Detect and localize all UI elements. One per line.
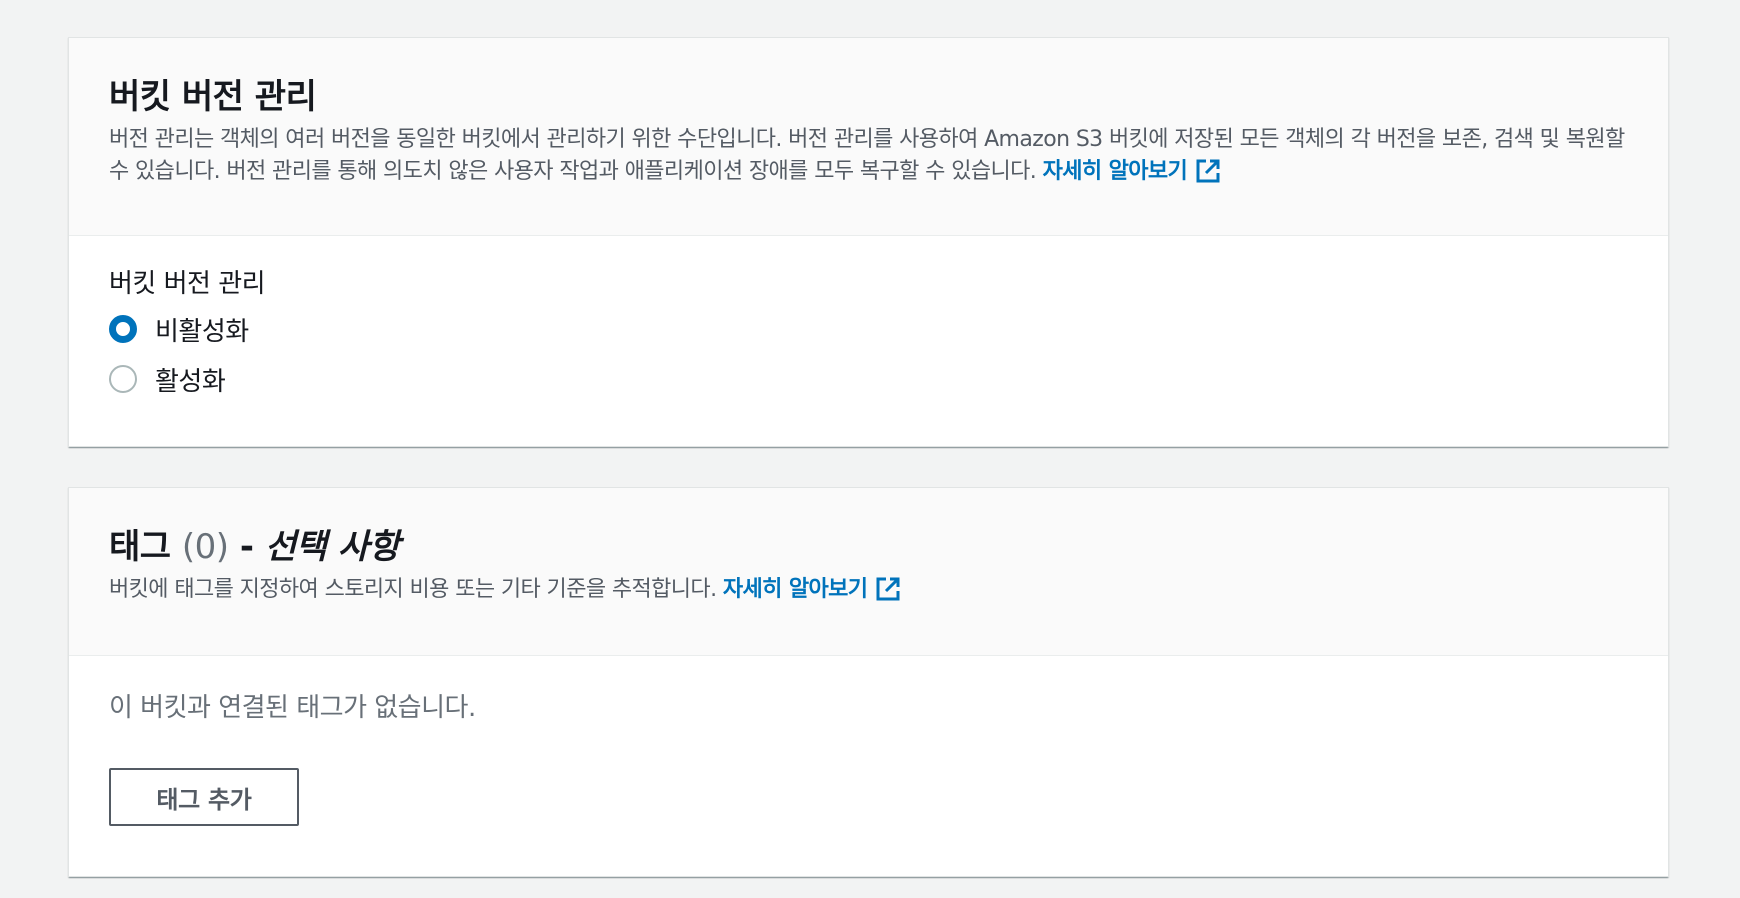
tags-title: 태그 (0) - 선택 사항 (109, 524, 1628, 570)
radio-option-disable-label: 비활성화 (155, 316, 249, 347)
tags-optional-label: 선택 사항 (264, 527, 400, 567)
external-link-icon (1196, 159, 1220, 183)
bucket-versioning-panel: 버킷 버전 관리 버전 관리는 객체의 여러 버전을 동일한 버킷에서 관리하기… (68, 37, 1669, 447)
bucket-versioning-description-text: 버전 관리는 객체의 여러 버전을 동일한 버킷에서 관리하기 위한 수단입니다… (109, 127, 1625, 184)
radio-option-disable[interactable]: 비활성화 (109, 304, 1628, 354)
bucket-versioning-description: 버전 관리는 객체의 여러 버전을 동일한 버킷에서 관리하기 위한 수단입니다… (109, 124, 1628, 188)
versioning-radio-group: 비활성화 활성화 (109, 304, 1628, 404)
bucket-versioning-header: 버킷 버전 관리 버전 관리는 객체의 여러 버전을 동일한 버킷에서 관리하기… (69, 38, 1668, 236)
tags-body: 이 버킷과 연결된 태그가 없습니다. 태그 추가 (69, 656, 1668, 826)
versioning-field-label: 버킷 버전 관리 (109, 269, 266, 299)
bucket-versioning-title: 버킷 버전 관리 (109, 77, 317, 117)
tags-empty-message: 이 버킷과 연결된 태그가 없습니다. (109, 693, 476, 723)
tags-learn-more-link[interactable]: 자세히 알아보기 (723, 577, 902, 602)
external-link-icon (876, 577, 900, 601)
tags-description: 버킷에 태그를 지정하여 스토리지 비용 또는 기타 기준을 추적합니다. 자세… (109, 574, 1628, 606)
radio-unchecked-icon[interactable] (109, 365, 137, 393)
tags-description-text: 버킷에 태그를 지정하여 스토리지 비용 또는 기타 기준을 추적합니다. (109, 577, 717, 602)
radio-checked-icon[interactable] (109, 315, 137, 343)
versioning-learn-more-label: 자세히 알아보기 (1042, 159, 1188, 184)
tags-title-text: 태그 (109, 527, 171, 567)
radio-option-enable-label: 활성화 (155, 366, 226, 397)
versioning-learn-more-link[interactable]: 자세히 알아보기 (1043, 159, 1222, 184)
add-tag-button[interactable]: 태그 추가 (109, 768, 299, 826)
tags-learn-more-label: 자세히 알아보기 (722, 577, 868, 602)
tags-count: (0) (181, 527, 229, 567)
tags-header: 태그 (0) - 선택 사항 버킷에 태그를 지정하여 스토리지 비용 또는 기… (69, 488, 1668, 656)
radio-option-enable[interactable]: 활성화 (109, 354, 1628, 404)
bucket-versioning-body: 버킷 버전 관리 비활성화 활성화 (69, 236, 1668, 404)
tags-title-separator: - (239, 527, 254, 567)
tags-panel: 태그 (0) - 선택 사항 버킷에 태그를 지정하여 스토리지 비용 또는 기… (68, 487, 1669, 877)
